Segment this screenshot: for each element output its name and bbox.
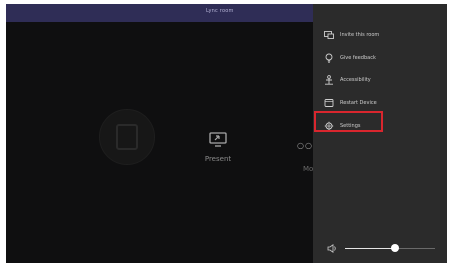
volume-slider-fill bbox=[345, 248, 395, 249]
menu-item-label: Accessibility bbox=[340, 77, 371, 83]
present-screen-icon bbox=[209, 132, 227, 147]
faded-app-tile bbox=[99, 109, 155, 165]
more-dots-icon[interactable]: ○○ bbox=[297, 141, 313, 150]
accessibility-icon bbox=[325, 75, 333, 85]
speaker-icon[interactable] bbox=[327, 244, 338, 253]
volume-control bbox=[327, 244, 437, 254]
device-screen: Lync room Present ○○ Mo Invite this room bbox=[6, 4, 447, 263]
volume-slider-knob[interactable] bbox=[391, 244, 399, 252]
faded-app-icon bbox=[116, 124, 138, 150]
side-menu-panel: Invite this room Give feedback Accessibi… bbox=[313, 4, 447, 263]
main-area: Present ○○ Mo bbox=[6, 22, 313, 263]
menu-item-restart-device[interactable]: Restart Device bbox=[324, 96, 377, 110]
menu-item-label: Restart Device bbox=[340, 100, 377, 106]
present-label: Present bbox=[204, 155, 232, 163]
window-title: Lync room bbox=[206, 8, 234, 14]
lightbulb-icon bbox=[325, 53, 333, 63]
settings-highlight-box bbox=[314, 111, 383, 132]
menu-item-accessibility[interactable]: Accessibility bbox=[324, 73, 371, 87]
present-button[interactable]: Present bbox=[188, 132, 248, 163]
restart-icon bbox=[324, 99, 334, 107]
more-label: Mo bbox=[303, 165, 314, 173]
menu-item-label: Give feedback bbox=[340, 55, 376, 61]
menu-item-invite-room[interactable]: Invite this room bbox=[324, 28, 379, 42]
share-screen-icon bbox=[324, 31, 334, 39]
menu-item-give-feedback[interactable]: Give feedback bbox=[324, 51, 376, 65]
menu-item-label: Invite this room bbox=[340, 32, 380, 38]
